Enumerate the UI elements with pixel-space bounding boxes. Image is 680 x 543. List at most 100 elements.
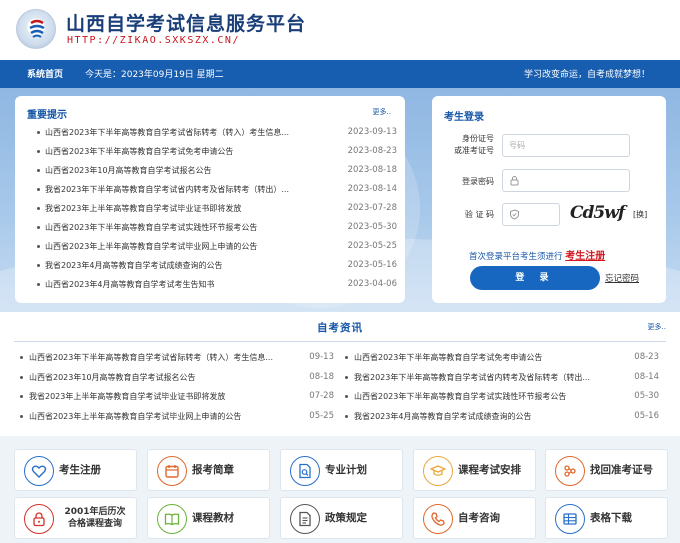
top-navbar: 系统首页 今天是：2023年09月19日 星期二 学习改变命运，自考成就梦想！: [0, 60, 680, 88]
site-header: 山西自学考试信息服务平台 HTTP://ZIKAO.SXKSZX.CN/: [0, 0, 680, 60]
news-item-date: 08-18: [309, 371, 334, 382]
notice-item[interactable]: 山西省2023年下半年高等教育自学考试实践性环节报考公告 2023-05-30: [37, 218, 397, 237]
quick-brochure-button[interactable]: 报考简章: [147, 449, 270, 491]
notice-item[interactable]: 山西省2023年10月高等教育自学考试报名公告 2023-08-18: [37, 161, 397, 180]
notice-item[interactable]: 我省2023年上半年高等教育自学考试毕业证书即将发放 2023-07-28: [37, 199, 397, 218]
news-item-title[interactable]: 山西省2023年下半年高等教育自学考试免考申请公告: [354, 348, 622, 368]
notice-item[interactable]: 山西省2023年上半年高等教育自学考试毕业网上申请的公告 2023-05-25: [37, 237, 397, 256]
graduation-cap-icon: [423, 456, 453, 486]
notice-item-date: 2023-05-16: [347, 260, 397, 270]
notice-item-date: 2023-08-23: [347, 146, 397, 156]
password-field[interactable]: [502, 169, 630, 192]
news-item[interactable]: 山西省2023年下半年高等教育自学考试省际转考（转入）考生信息... 09-13: [20, 348, 338, 368]
news-item-title[interactable]: 山西省2023年10月高等教育自学考试报名公告: [29, 368, 297, 388]
notice-item[interactable]: 山西省2023年下半年高等教育自学考试免考申请公告 2023-08-23: [37, 142, 397, 161]
quick-links: 考生注册 报考简章 专业计划 课程考试安排 找回准考证号 2001年后历次 合格…: [0, 436, 680, 543]
quick-label-line: 合格课程查询: [67, 519, 122, 529]
notice-item-title[interactable]: 山西省2023年下半年高等教育自学考试免考申请公告: [45, 142, 333, 161]
bullet-icon: [37, 226, 40, 229]
notice-item-date: 2023-08-14: [347, 184, 397, 194]
news-item[interactable]: 山西省2023年上半年高等教育自学考试毕业网上申请的公告 05-25: [20, 407, 338, 427]
quick-find-admission-button[interactable]: 找回准考证号: [545, 449, 668, 491]
lock-icon: [24, 504, 54, 534]
id-number-field[interactable]: 号码: [502, 134, 630, 157]
quick-register-button[interactable]: 考生注册: [14, 449, 137, 491]
policy-doc-icon: [290, 504, 320, 534]
news-item[interactable]: 山西省2023年下半年高等教育自学考试免考申请公告 08-23: [345, 348, 663, 368]
news-column-left: 山西省2023年下半年高等教育自学考试省际转考（转入）考生信息... 09-13 …: [20, 348, 338, 426]
bullet-icon: [37, 264, 40, 267]
news-item-title[interactable]: 我省2023年下半年高等教育自学考试省内转考及省际转考（转出...: [354, 368, 622, 388]
motto-text: 学习改变命运，自考成就梦想！: [523, 70, 650, 80]
forgot-password-link[interactable]: 忘记密码: [605, 272, 639, 284]
news-item-date: 05-16: [634, 410, 659, 421]
news-item-date: 09-13: [309, 352, 334, 362]
notice-item-date: 2023-05-25: [347, 241, 397, 251]
shield-icon: [509, 209, 520, 220]
news-item[interactable]: 我省2023年下半年高等教育自学考试省内转考及省际转考（转出... 08-14: [345, 368, 663, 388]
news-item[interactable]: 我省2023年上半年高等教育自学考试毕业证书即将发放 07-28: [20, 387, 338, 407]
bullet-icon: [37, 150, 40, 153]
site-url: HTTP://ZIKAO.SXKSZX.CN/: [67, 35, 240, 46]
password-label: 登录密码: [462, 177, 494, 186]
news-item-date: 08-23: [634, 352, 659, 362]
captcha-field[interactable]: [502, 203, 560, 226]
quick-major-plan-button[interactable]: 专业计划: [280, 449, 403, 491]
notice-item-title[interactable]: 我省2023年下半年高等教育自学考试省内转考及省际转考（转出）...: [45, 180, 333, 199]
calendar-icon: [157, 456, 187, 486]
news-item-date: 05-30: [634, 391, 659, 401]
notice-item[interactable]: 山西省2023年4月高等教育自学考试考生告知书 2023-04-06: [37, 275, 397, 294]
quick-label: 自考咨询: [458, 512, 500, 524]
bullet-icon: [37, 245, 40, 248]
quick-policy-button[interactable]: 政策规定: [280, 497, 403, 539]
quick-textbook-button[interactable]: 课程教材: [147, 497, 270, 539]
news-item-title[interactable]: 山西省2023年下半年高等教育自学考试实践性环节报考公告: [354, 387, 622, 407]
notice-item-title[interactable]: 我省2023年4月高等教育自学考试成绩查询的公告: [45, 256, 333, 275]
news-item-title[interactable]: 我省2023年上半年高等教育自学考试毕业证书即将发放: [29, 387, 297, 407]
news-item[interactable]: 我省2023年4月高等教育自学考试成绩查询的公告 05-16: [345, 407, 663, 427]
quick-exam-schedule-button[interactable]: 课程考试安排: [413, 449, 536, 491]
nav-home-link[interactable]: 系统首页: [27, 67, 63, 80]
bullet-icon: [37, 169, 40, 172]
notice-item[interactable]: 我省2023年下半年高等教育自学考试省内转考及省际转考（转出）... 2023-0…: [37, 180, 397, 199]
captcha-image[interactable]: Cd5wf: [570, 203, 625, 223]
news-more-link[interactable]: 更多..: [648, 322, 666, 332]
news-item-title[interactable]: 我省2023年4月高等教育自学考试成绩查询的公告: [354, 407, 622, 427]
notice-item-title[interactable]: 山西省2023年下半年高等教育自学考试省际转考（转入）考生信息...: [45, 123, 333, 142]
login-button[interactable]: 登 录: [470, 266, 600, 290]
notice-item-title[interactable]: 山西省2023年上半年高等教育自学考试毕业网上申请的公告: [45, 237, 333, 256]
notice-item[interactable]: 我省2023年4月高等教育自学考试成绩查询的公告 2023-05-16: [37, 256, 397, 275]
quick-consult-button[interactable]: 自考咨询: [413, 497, 536, 539]
news-item[interactable]: 山西省2023年下半年高等教育自学考试实践性环节报考公告 05-30: [345, 387, 663, 407]
bullet-icon: [20, 414, 23, 418]
bullet-icon: [345, 356, 348, 359]
notice-panel: 重要提示 更多.. 山西省2023年下半年高等教育自学考试省际转考（转入）考生信…: [15, 96, 405, 303]
quick-form-download-button[interactable]: 表格下载: [545, 497, 668, 539]
register-link[interactable]: 考生注册: [565, 251, 605, 262]
news-item[interactable]: 山西省2023年10月高等教育自学考试报名公告 08-18: [20, 368, 338, 388]
quick-label: 考生注册: [59, 464, 101, 476]
quick-label: 找回准考证号: [590, 464, 653, 476]
bullet-icon: [20, 356, 23, 359]
bullet-icon: [345, 375, 348, 379]
bullet-icon: [345, 414, 348, 418]
id-number-placeholder: 号码: [509, 141, 525, 150]
site-logo[interactable]: [16, 9, 56, 49]
logo-mark-icon: [29, 19, 45, 38]
quick-label: 课程考试安排: [458, 464, 521, 476]
news-item-title[interactable]: 山西省2023年上半年高等教育自学考试毕业网上申请的公告: [29, 407, 297, 427]
notice-item[interactable]: 山西省2023年下半年高等教育自学考试省际转考（转入）考生信息... 2023-0…: [37, 123, 397, 142]
notice-more-link[interactable]: 更多..: [373, 107, 391, 117]
quick-label: 表格下载: [590, 512, 632, 524]
news-column-right: 山西省2023年下半年高等教育自学考试免考申请公告 08-23 我省2023年下半…: [345, 348, 663, 426]
notice-item-title[interactable]: 山西省2023年10月高等教育自学考试报名公告: [45, 161, 333, 180]
notice-item-title[interactable]: 山西省2023年下半年高等教育自学考试实践性环节报考公告: [45, 218, 333, 237]
phone-icon: [423, 504, 453, 534]
captcha-refresh-link[interactable]: [换]: [633, 209, 647, 220]
quick-course-query-button[interactable]: 2001年后历次 合格课程查询: [14, 497, 137, 539]
captcha-label: 验 证 码: [464, 210, 494, 219]
notice-item-title[interactable]: 山西省2023年4月高等教育自学考试考生告知书: [45, 275, 333, 294]
table-icon: [555, 504, 585, 534]
notice-item-title[interactable]: 我省2023年上半年高等教育自学考试毕业证书即将发放: [45, 199, 333, 218]
news-item-title[interactable]: 山西省2023年下半年高等教育自学考试省际转考（转入）考生信息...: [29, 348, 297, 368]
